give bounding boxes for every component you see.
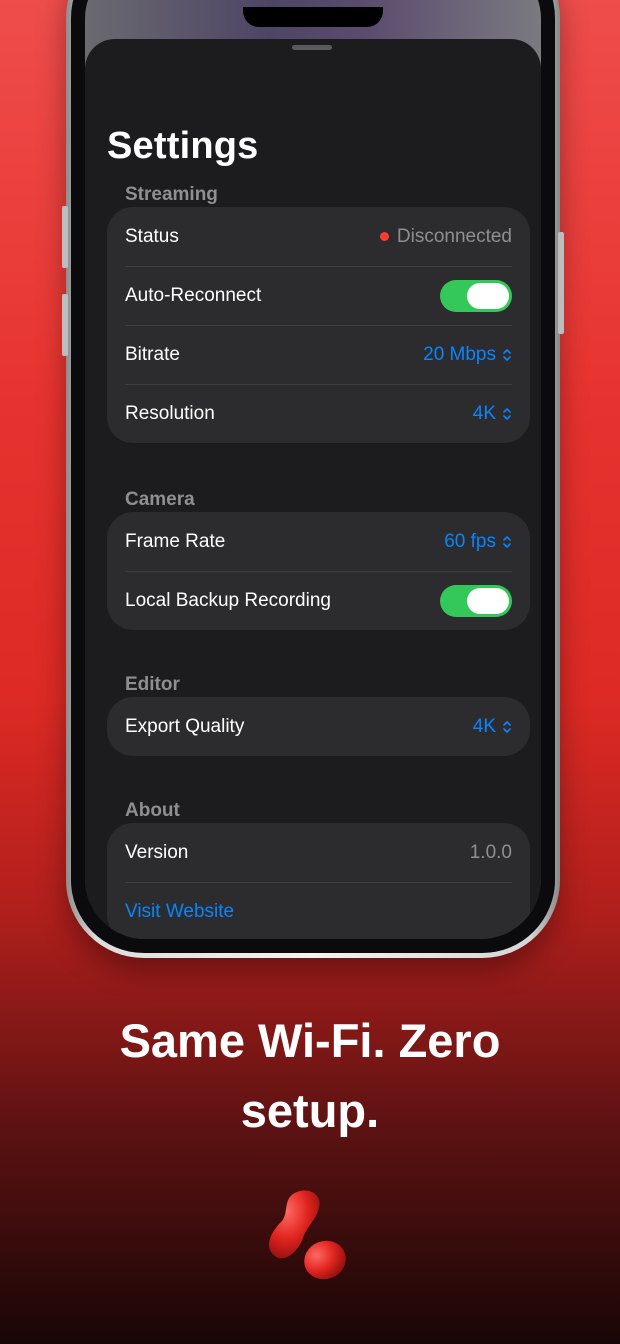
tagline-line-2: setup. [240,1084,380,1137]
bitrate-picker[interactable]: 20 Mbps [423,344,512,366]
section-header-editor: Editor [125,674,180,695]
status-label: Status [125,225,179,247]
red-status-dot-icon [379,232,389,241]
streaming-group: Status Disconnected Auto-Reconnect Bitra… [107,207,530,443]
chevron-up-down-icon [503,407,511,420]
local-backup-label: Local Backup Recording [125,589,331,611]
phone-screen: Settings Streaming Status Disconnected A… [85,0,541,939]
section-header-streaming: Streaming [125,184,218,205]
resolution-value: 4K [472,402,496,424]
phone-bezel: Settings Streaming Status Disconnected A… [71,0,555,953]
export-quality-value: 4K [472,715,496,737]
action-button [62,206,68,268]
tagline-line-1: Same Wi-Fi. Zero [119,1014,501,1067]
visit-website-link[interactable]: Visit Website [125,901,234,923]
marketing-tagline: Same Wi-Fi. Zero setup. [0,1006,620,1146]
visit-website-row[interactable]: Visit Website [107,882,530,939]
phone-frame: Settings Streaming Status Disconnected A… [62,0,564,958]
bitrate-value: 20 Mbps [423,343,496,365]
status-text: Disconnected [396,225,512,247]
local-backup-row: Local Backup Recording [107,571,530,630]
export-quality-picker[interactable]: 4K [473,716,512,738]
page-title: Settings [107,125,259,167]
sheet-grabber[interactable] [292,45,332,50]
frame-rate-picker[interactable]: 60 fps [444,531,512,553]
auto-reconnect-toggle[interactable] [440,279,512,312]
section-header-about: About [125,800,180,821]
chevron-up-down-icon [503,348,511,361]
version-value: 1.0.0 [469,841,512,863]
version-row: Version 1.0.0 [107,823,530,882]
status-value: Disconnected [379,225,512,248]
app-logo-icon [268,1190,346,1280]
power-button [558,232,564,334]
local-backup-toggle[interactable] [440,584,512,617]
auto-reconnect-row: Auto-Reconnect [107,266,530,325]
settings-sheet: Settings Streaming Status Disconnected A… [85,39,541,939]
resolution-picker[interactable]: 4K [473,403,512,425]
camera-group: Frame Rate 60 fps Local Backup Recording [107,512,530,630]
chevron-up-down-icon [503,720,511,733]
chevron-up-down-icon [503,535,511,548]
dynamic-island [243,7,383,27]
editor-group: Export Quality 4K [107,697,530,756]
section-header-camera: Camera [125,489,195,510]
version-label: Version [125,841,189,863]
frame-rate-value: 60 fps [444,530,496,552]
export-quality-label: Export Quality [125,715,245,737]
frame-rate-row[interactable]: Frame Rate 60 fps [107,512,530,571]
export-quality-row[interactable]: Export Quality 4K [107,697,530,756]
bitrate-row[interactable]: Bitrate 20 Mbps [107,325,530,384]
frame-rate-label: Frame Rate [125,530,226,552]
bitrate-label: Bitrate [125,343,180,365]
auto-reconnect-label: Auto-Reconnect [125,284,262,306]
volume-button [62,294,68,356]
resolution-row[interactable]: Resolution 4K [107,384,530,443]
status-row: Status Disconnected [107,207,530,266]
about-group: Version 1.0.0 Visit Website [107,823,530,939]
resolution-label: Resolution [125,402,215,424]
